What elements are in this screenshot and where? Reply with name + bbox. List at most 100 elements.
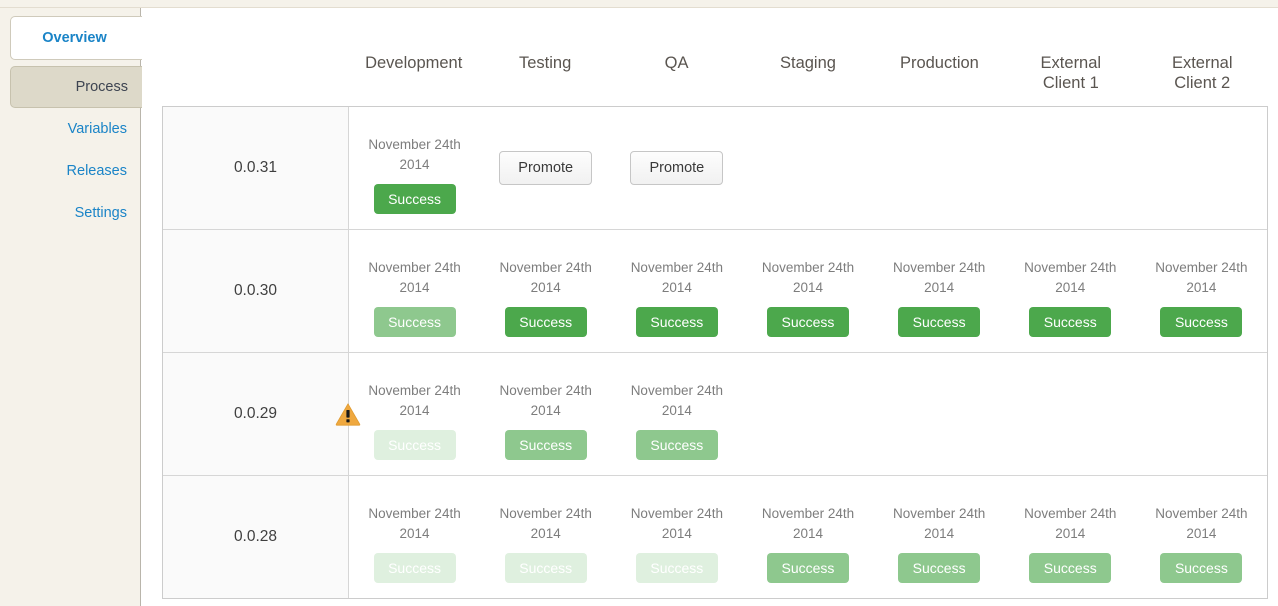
- status-badge[interactable]: Success: [374, 553, 456, 583]
- tab-overview-label: Overview: [42, 30, 107, 46]
- deployment-cell: November 24th 2014 Success: [349, 353, 480, 475]
- top-strip: [0, 0, 1278, 8]
- status-badge[interactable]: Success: [1029, 553, 1111, 583]
- environment-cells: November 24th 2014SuccessNovember 24th 2…: [349, 353, 1267, 475]
- deployment-cell: November 24th 2014 Success: [742, 476, 873, 598]
- deployment-cell: November 24th 2014 Success: [1136, 476, 1267, 598]
- empty-cell: [742, 107, 873, 229]
- deployment-date: November 24th 2014: [1149, 504, 1254, 544]
- deployment-date: November 24th 2014: [1018, 504, 1123, 544]
- status-badge[interactable]: Success: [374, 307, 456, 337]
- status-badge[interactable]: Success: [636, 430, 718, 460]
- release-version-cell: 0.0.28: [163, 476, 349, 598]
- deployment-date: November 24th 2014: [887, 258, 992, 298]
- empty-cell: [1136, 353, 1267, 475]
- column-header-line: Client 2: [1137, 73, 1268, 94]
- status-badge[interactable]: Success: [505, 553, 587, 583]
- sidebar-item-label: Process: [76, 79, 128, 95]
- environment-cells: November 24th 2014 Success Promote Promote: [349, 107, 1267, 229]
- tab-overview[interactable]: Overview: [10, 16, 152, 60]
- empty-cell: [874, 107, 1005, 229]
- promote-cell: Promote: [480, 107, 611, 229]
- deployment-date: November 24th 2014: [362, 135, 467, 175]
- column-header-line: Development: [348, 53, 479, 74]
- column-header-line: Production: [874, 53, 1005, 74]
- column-header-4: Production: [874, 53, 1005, 106]
- deployment-date: November 24th 2014: [362, 258, 467, 298]
- deployment-cell: November 24th 2014 Success: [874, 230, 1005, 352]
- status-badge[interactable]: Success: [505, 430, 587, 460]
- deployment-date: November 24th 2014: [493, 258, 598, 298]
- deployment-cell: November 24th 2014 Success: [480, 353, 611, 475]
- status-badge[interactable]: Success: [1160, 553, 1242, 583]
- empty-cell: [742, 353, 873, 475]
- deployment-cell: November 24th 2014 Success: [1005, 230, 1136, 352]
- status-badge[interactable]: Success: [636, 553, 718, 583]
- table-row: 0.0.29November 24th 2014SuccessNovember …: [163, 353, 1267, 476]
- deployment-date: November 24th 2014: [1018, 258, 1123, 298]
- app-root: Overview Process Variables ReleasesSetting…: [0, 0, 1278, 606]
- status-badge[interactable]: Success: [898, 553, 980, 583]
- status-badge[interactable]: Success: [767, 553, 849, 583]
- sidebar-item-settings[interactable]: Settings: [10, 192, 141, 234]
- deployment-date: November 24th 2014: [624, 258, 729, 298]
- column-header-3: Staging: [742, 53, 873, 106]
- sidebar: Overview Process Variables ReleasesSetting…: [0, 8, 141, 606]
- promote-cell: Promote: [611, 107, 742, 229]
- sidebar-item-label: Variables: [68, 121, 127, 137]
- deployment-cell: November 24th 2014 Success: [349, 230, 480, 352]
- status-badge[interactable]: Success: [374, 184, 456, 214]
- empty-cell: [1005, 107, 1136, 229]
- deployment-date: November 24th 2014: [493, 381, 598, 421]
- sidebar-item-variables[interactable]: Variables: [10, 108, 141, 150]
- main-content: DevelopmentTestingQAStagingProductionExt…: [142, 8, 1278, 606]
- deployment-cell: November 24th 2014 Success: [611, 230, 742, 352]
- environment-cells: November 24th 2014SuccessNovember 24th 2…: [349, 230, 1267, 352]
- column-header-5: ExternalClient 1: [1005, 53, 1136, 106]
- status-badge[interactable]: Success: [636, 307, 718, 337]
- deployment-cell: November 24th 2014 Success: [742, 230, 873, 352]
- release-version-label: 0.0.28: [234, 528, 277, 546]
- deployment-date: November 24th 2014: [755, 504, 860, 544]
- empty-cell: [874, 353, 1005, 475]
- deployment-date: November 24th 2014: [755, 258, 860, 298]
- empty-cell: [1005, 353, 1136, 475]
- release-version-cell: 0.0.29: [163, 353, 349, 475]
- promote-button[interactable]: Promote: [630, 151, 723, 185]
- empty-cell: [1136, 107, 1267, 229]
- deployment-cell: November 24th 2014 Success: [1136, 230, 1267, 352]
- deployment-cell: November 24th 2014 Success: [349, 107, 480, 229]
- status-badge[interactable]: Success: [374, 430, 456, 460]
- sidebar-item-releases[interactable]: Releases: [10, 150, 141, 192]
- status-badge[interactable]: Success: [898, 307, 980, 337]
- release-version-label: 0.0.29: [234, 405, 277, 423]
- table-row: 0.0.28 November 24th 2014 Success November …: [163, 476, 1267, 599]
- status-badge[interactable]: Success: [1029, 307, 1111, 337]
- column-header-line: Testing: [479, 53, 610, 74]
- sidebar-item-process[interactable]: Process: [10, 66, 142, 108]
- deployment-cell: November 24th 2014 Success: [480, 230, 611, 352]
- column-header-line: QA: [611, 53, 742, 74]
- promote-button[interactable]: Promote: [499, 151, 592, 185]
- column-header-line: Client 1: [1005, 73, 1136, 94]
- deployment-date: November 24th 2014: [624, 381, 729, 421]
- deployment-cell: November 24th 2014Success: [349, 476, 480, 598]
- column-header-line: Staging: [742, 53, 873, 74]
- deployment-date: November 24th 2014: [362, 381, 467, 421]
- table-row: 0.0.30November 24th 2014SuccessNovember …: [163, 230, 1267, 353]
- status-badge[interactable]: Success: [767, 307, 849, 337]
- release-version-label: 0.0.31: [234, 159, 277, 177]
- release-version-cell: 0.0.30: [163, 230, 349, 352]
- status-badge[interactable]: Success: [1160, 307, 1242, 337]
- deployment-date: November 24th 2014: [1149, 258, 1254, 298]
- grid-header-row: DevelopmentTestingQAStagingProductionExt…: [162, 8, 1268, 106]
- column-header-line: External: [1137, 53, 1268, 74]
- status-badge[interactable]: Success: [505, 307, 587, 337]
- deployment-date: November 24th 2014: [493, 504, 598, 544]
- deployment-date: November 24th 2014: [887, 504, 992, 544]
- warning-triangle-icon[interactable]: [335, 402, 361, 426]
- deployment-cell: November 24th 2014 Success: [480, 476, 611, 598]
- release-version-label: 0.0.30: [234, 282, 277, 300]
- column-header-6: ExternalClient 2: [1137, 53, 1268, 106]
- deployment-cell: November 24th 2014 Success: [874, 476, 1005, 598]
